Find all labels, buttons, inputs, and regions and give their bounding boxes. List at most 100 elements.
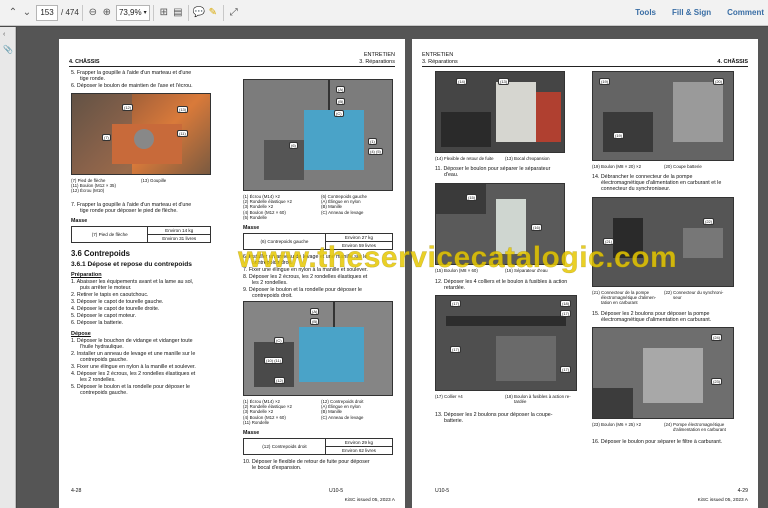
step-text: 5. Déposer le capot moteur. bbox=[71, 313, 137, 319]
caption-item: (13) Goupille bbox=[141, 178, 167, 183]
photo-caption: (7) Pied de flèche (11) Boulon (M12 × 35… bbox=[71, 178, 116, 194]
photo-illustration bbox=[72, 94, 182, 174]
callout-label: (16) bbox=[531, 224, 543, 231]
step-text: tige ronde. bbox=[80, 76, 106, 82]
left-navigation-pane: ‹ 📎 bbox=[0, 27, 16, 508]
callout-label: (11) bbox=[177, 130, 188, 137]
callout-label: (22) bbox=[703, 218, 715, 225]
previous-page-icon[interactable]: ⌃ bbox=[6, 6, 20, 20]
collapse-pane-icon[interactable]: ‹ bbox=[3, 31, 5, 38]
callout-label: (7) bbox=[102, 134, 111, 141]
step-text: 2. Retirer le tapis en caoutchouc. bbox=[71, 292, 149, 298]
header-chapter: ENTRETIEN bbox=[363, 52, 395, 58]
step-text: l'huile hydraulique. bbox=[80, 344, 124, 350]
attachment-icon[interactable]: 📎 bbox=[3, 45, 13, 54]
photo-left-counterweight: (A) (B) (C) (1) (4) (5) (6) bbox=[243, 79, 393, 191]
issue-info: KiSC issued 05, 2023 A bbox=[697, 498, 748, 503]
caption-item: (19) Boulon (M8 × 20) ×2 bbox=[592, 164, 642, 169]
header-chapter: ENTRETIEN bbox=[422, 52, 454, 58]
caption-item: (12) Écrou (M10) bbox=[71, 188, 105, 194]
header-section: 4. CHÂSSIS bbox=[717, 59, 748, 65]
header-subchapter: 3. Réparations bbox=[359, 59, 395, 65]
photo-caption: (22) Connecteur du synchroni- seur bbox=[664, 290, 723, 300]
photo-battery-cutoff: (19) (20) (19) bbox=[592, 71, 734, 161]
caption-item: (C) Anneau de levage bbox=[321, 209, 364, 215]
header-subchapter: 3. Réparations bbox=[422, 59, 458, 65]
mass-heading: Masse bbox=[71, 218, 88, 224]
photo-caption: (6) Contrepoids gauche (A) Élingue en ny… bbox=[321, 194, 367, 215]
photo-caption: (1) Écrou (M14) ×2 (2) Rondelle élastiqu… bbox=[243, 194, 292, 220]
expand-icon[interactable]: ⤢ bbox=[227, 6, 241, 20]
photo-hose-clamps: (17) (18) (17) (17) (17) bbox=[435, 295, 577, 391]
callout-label: (C) bbox=[274, 337, 284, 344]
caption-item: (17) Collier ×4 bbox=[435, 394, 463, 399]
tools-link[interactable]: Tools bbox=[635, 8, 656, 17]
callout-label: (13) bbox=[498, 78, 510, 85]
page-number-input[interactable]: 153 bbox=[36, 4, 58, 21]
step-text: contrepoids droit. bbox=[252, 293, 293, 299]
table-cell: Environ 14 kg bbox=[147, 226, 211, 235]
photo-caption: (1) Écrou (M14) ×2 (2) Rondelle élastiqu… bbox=[243, 399, 292, 425]
callout-label: (18) bbox=[560, 300, 572, 307]
photo-caption: (12) Contrepoids droit (A) Élingue en ny… bbox=[321, 399, 363, 420]
caption-item: d'alimentation en carburant bbox=[673, 427, 726, 433]
callout-label: (B) bbox=[310, 318, 320, 325]
step-text: 3. Déposer le capot de tourelle gauche. bbox=[71, 299, 164, 305]
header-rule bbox=[69, 66, 395, 67]
photo-caption: (24) Pompe électromagnétique d'alimentat… bbox=[664, 422, 726, 432]
photo-right-counterweight: (A) (B) (C) (10) (11) (12) bbox=[243, 301, 393, 396]
scroll-mode-icon[interactable]: ▤ bbox=[171, 6, 185, 20]
photo-illustration bbox=[593, 328, 733, 418]
mass-heading: Masse bbox=[243, 225, 260, 231]
photo-caption: (21) Connecteur de la pompe électromagné… bbox=[592, 290, 656, 306]
callout-label: (12) bbox=[122, 104, 134, 111]
fit-page-icon[interactable]: ⊞ bbox=[157, 6, 171, 20]
zoom-level-select[interactable]: 73,9% ▾ bbox=[115, 4, 150, 21]
photo-caption: (18) Boulon à fusibles à action re- tard… bbox=[505, 394, 571, 404]
step-text: les 2 rondelles. bbox=[80, 377, 116, 383]
step-text: batterie. bbox=[444, 418, 464, 424]
mass-heading: Masse bbox=[243, 430, 260, 436]
comment-link[interactable]: Comment bbox=[727, 8, 764, 17]
page-total: / 474 bbox=[61, 8, 79, 17]
step-text: 4. Déposer le capot de tourelle droite. bbox=[71, 306, 160, 312]
photo-fuel-pump: (24) (23) bbox=[592, 327, 734, 419]
callout-label: (6) bbox=[289, 142, 298, 149]
step-text: puis arrêter le moteur. bbox=[80, 285, 132, 291]
step-text: d'eau. bbox=[444, 172, 459, 178]
caption-item: tardée bbox=[514, 399, 527, 405]
zoom-out-icon[interactable]: ⊖ bbox=[86, 6, 100, 20]
chevron-down-icon: ▾ bbox=[143, 10, 147, 16]
step-text: 3. Fixer une élingue en nylon à la manil… bbox=[71, 364, 196, 370]
photo-illustration bbox=[244, 302, 392, 395]
fill-sign-link[interactable]: Fill & Sign bbox=[672, 8, 711, 17]
step-text: contrepoids gauche. bbox=[80, 357, 128, 363]
sign-icon[interactable]: ✎ bbox=[206, 6, 220, 20]
caption-item: (5) Rondelle bbox=[243, 214, 267, 220]
caption-item: (14) Flexible de retour de fuite bbox=[435, 156, 494, 161]
step-text: contrepoids gauche. bbox=[80, 390, 128, 396]
step-text: 16. Déposer le boulon pour séparer le fi… bbox=[592, 439, 723, 445]
photo-illustration bbox=[593, 72, 733, 160]
photo-illustration bbox=[244, 80, 392, 190]
photo-boom-foot: (12) (13) (11) (7) bbox=[71, 93, 211, 175]
step-text: tige ronde pour déposer le pied de flèch… bbox=[80, 208, 178, 214]
caption-item: seur bbox=[673, 295, 682, 301]
preparation-heading: Préparation bbox=[71, 272, 102, 278]
callout-label: (4) (5) bbox=[368, 148, 383, 155]
caption-item: tation en carburant bbox=[601, 300, 638, 306]
next-page-icon[interactable]: ⌄ bbox=[20, 6, 34, 20]
table-cell: Environ 29 kg bbox=[324, 438, 394, 447]
zoom-in-icon[interactable]: ⊕ bbox=[100, 6, 114, 20]
mass-table: (12) Contrepoids droit Environ 29 kg Envi… bbox=[243, 438, 394, 455]
step-text: retardée. bbox=[444, 285, 466, 291]
callout-label: (A) bbox=[310, 308, 320, 315]
step-text: 6. Déposer le boulon de maintien de l'ax… bbox=[71, 83, 193, 89]
callout-label: (20) bbox=[713, 78, 725, 85]
callout-label: (C) bbox=[334, 110, 344, 117]
comment-icon[interactable]: 💬 bbox=[192, 6, 206, 20]
callout-label: (24) bbox=[711, 334, 723, 341]
callout-label: (14) bbox=[456, 78, 468, 85]
subsection-heading: 3.6.1 Dépose et repose du contrepoids bbox=[71, 261, 192, 268]
step-text: électromagnétique d'alimentation en carb… bbox=[601, 317, 712, 323]
